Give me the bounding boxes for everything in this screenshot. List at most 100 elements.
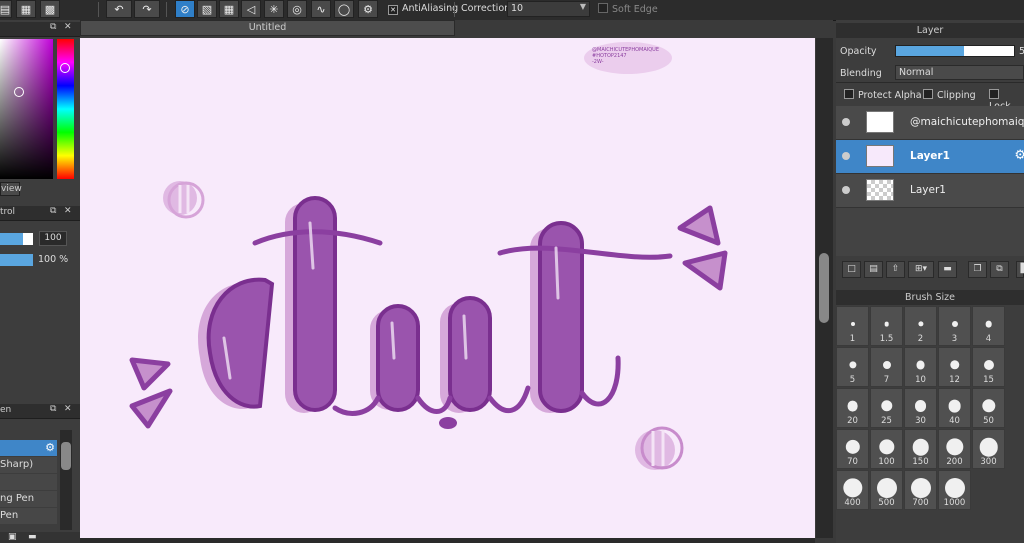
brush-size-cell[interactable]: 40 [938,388,971,428]
new-layer-icon[interactable]: □ [842,261,861,278]
popout-icon[interactable]: ⧉ [50,22,56,32]
drawing-canvas[interactable]: @MAICHICUTEPHOMAIQUE #HOTOP2147 -2W- [80,38,815,538]
clipping-checkbox[interactable]: Clipping [923,89,976,101]
brush-list-item[interactable]: Sharp) [0,457,57,473]
brush-size-dot [910,478,931,498]
brush-size-cell[interactable]: 30 [904,388,937,428]
brush-size-cell[interactable]: 1.5 [870,306,903,346]
brush-size-slider[interactable] [0,233,33,245]
blending-label: Blending [840,68,882,79]
brush-size-cell[interactable]: 700 [904,470,937,510]
folder-icon[interactable]: ▬ [28,532,37,542]
layer-opacity-slider[interactable] [895,45,1015,57]
brush-size-cell[interactable]: 300 [972,429,1005,469]
layer-row-selected[interactable]: Layer1 ⚙ [836,140,1024,174]
brush-size-cell[interactable]: 100 [870,429,903,469]
brush-size-label: 300 [980,457,997,467]
blending-mode-select[interactable]: Normal [895,65,1024,80]
new-raster-layer-icon[interactable]: ▤ [864,261,883,278]
brush-size-cell[interactable]: 150 [904,429,937,469]
canvas-vertical-scrollbar[interactable] [816,38,833,538]
layout-icon[interactable]: ▩ [40,0,60,18]
brush-size-cell[interactable]: 3 [938,306,971,346]
view-button[interactable]: view [0,182,22,196]
brush-panel-footer: ▣ ▬ [0,532,80,543]
close-icon[interactable]: ✕ [64,22,72,32]
import-layer-icon[interactable]: ⇧ [886,261,905,278]
brush-size-cell[interactable]: 5 [836,347,869,387]
brush-list-item-selected[interactable]: ⚙ [0,440,57,456]
document-tab[interactable]: Untitled [80,20,455,36]
hand-lettering-duit [206,196,584,413]
correction-label: Correction [461,3,511,14]
brush-size-cell[interactable]: 400 [836,470,869,510]
brush-size-cell[interactable]: 200 [938,429,971,469]
brush-size-panel-title: Brush Size [836,290,1024,305]
scroll-thumb[interactable] [819,253,829,323]
grid-file-icon[interactable]: ▦ [16,0,36,18]
brush-size-cell[interactable]: 500 [870,470,903,510]
color-picker-handle[interactable] [14,87,24,97]
grid-ruler-icon[interactable]: ▦ [219,0,239,18]
layer-row[interactable]: @maichicutephomaique [836,106,1024,140]
brush-size-cell[interactable]: 12 [938,347,971,387]
popout-icon[interactable]: ⧉ [50,404,56,414]
ruler-off-icon[interactable]: ⊘ [175,0,195,18]
gear-icon[interactable]: ⚙ [45,441,55,454]
more-layer-actions-icon[interactable]: ▐ [1016,261,1024,278]
canvas-horizontal-scrollbar[interactable] [80,538,815,543]
concentric-ruler-icon[interactable]: ◎ [287,0,307,18]
lock-check-icon [989,89,999,99]
brush-list-scrollbar[interactable] [60,430,72,530]
protect-alpha-checkbox[interactable]: Protect Alpha [844,89,922,101]
brush-size-cell[interactable]: 25 [870,388,903,428]
brush-size-cell[interactable]: 10 [904,347,937,387]
merge-layer-icon[interactable]: ⧉ [990,261,1009,278]
brush-size-cell[interactable]: 1 [836,306,869,346]
brush-list-item[interactable] [0,474,57,490]
antialiasing-checkbox[interactable]: ✕ AntiAliasing [388,3,458,15]
close-icon[interactable]: ✕ [64,404,72,414]
duplicate-layer-icon[interactable]: ❐ [968,261,987,278]
gear-icon[interactable]: ⚙ [1014,148,1024,163]
radial-ruler-icon[interactable]: ✳ [264,0,284,18]
brush-size-cell[interactable]: 7 [870,347,903,387]
brush-list-item[interactable]: ng Pen [0,491,57,507]
parallel-ruler-icon[interactable]: ▧ [197,0,217,18]
undo-button[interactable]: ↶ [106,0,132,18]
brush-opacity-slider[interactable] [0,254,33,266]
ellipse-ruler-icon[interactable]: ◯ [334,0,354,18]
brush-size-input[interactable]: 100 [39,231,67,246]
ruler-settings-gear-icon[interactable]: ⚙ [358,0,378,18]
new-file-icon[interactable]: ▤ [0,0,12,18]
brush-size-cell[interactable]: 70 [836,429,869,469]
color-saturation-square[interactable] [0,39,53,179]
hue-slider[interactable] [57,39,74,179]
visibility-eye-icon[interactable] [842,152,850,160]
curve-ruler-icon[interactable]: ∿ [311,0,331,18]
perspective-ruler-icon[interactable]: ◁ [241,0,261,18]
brush-size-cell[interactable]: 4 [972,306,1005,346]
soft-edge-checkbox[interactable]: Soft Edge [598,3,658,15]
popout-icon[interactable]: ⧉ [50,206,56,216]
brush-size-cell[interactable]: 15 [972,347,1005,387]
close-icon[interactable]: ✕ [64,206,72,216]
visibility-eye-icon[interactable] [842,118,850,126]
brush-size-cell[interactable]: 20 [836,388,869,428]
hue-handle[interactable] [60,63,70,73]
layer-row[interactable]: Layer1 [836,174,1024,208]
layer-thumbnail [866,179,894,201]
add-brush-icon[interactable]: ▣ [8,532,17,542]
ink-dot [439,417,457,429]
layer-name: Layer1 [910,150,950,162]
brush-size-cell[interactable]: 50 [972,388,1005,428]
add-layer-menu-icon[interactable]: ⊞▾ [908,261,934,278]
visibility-eye-icon[interactable] [842,186,850,194]
brush-list-item[interactable]: Pen [0,508,57,524]
redo-button[interactable]: ↷ [134,0,160,18]
brush-size-label: 400 [844,498,861,508]
correction-select[interactable]: 10 ▼ [507,1,590,17]
folder-icon[interactable]: ▬ [938,261,957,278]
brush-size-cell[interactable]: 1000 [938,470,971,510]
brush-size-cell[interactable]: 2 [904,306,937,346]
